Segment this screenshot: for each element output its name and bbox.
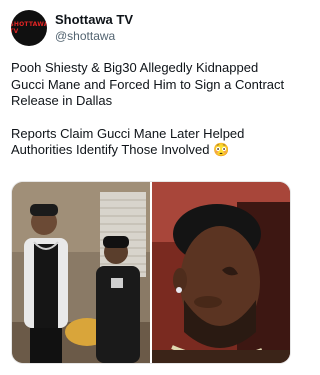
left-photo <box>12 182 151 363</box>
right-photo <box>151 182 290 363</box>
avatar-logo: SHOTTAWA TV <box>11 21 47 35</box>
tweet-text: Pooh Shiesty & Big30 Allegedly Kidnapped… <box>11 60 293 159</box>
media-image[interactable] <box>11 181 291 364</box>
tweet-paragraph-2: Reports Claim Gucci Mane Later Helped Au… <box>11 125 245 158</box>
avatar[interactable]: SHOTTAWA TV <box>11 10 47 46</box>
account-names: Shottawa TV @shottawa <box>55 12 133 44</box>
tweet-paragraph-1: Pooh Shiesty & Big30 Allegedly Kidnapped… <box>11 60 285 108</box>
display-name[interactable]: Shottawa TV <box>55 12 133 28</box>
tweet-header: SHOTTAWA TV Shottawa TV @shottawa <box>11 8 291 48</box>
handle[interactable]: @shottawa <box>55 28 133 44</box>
